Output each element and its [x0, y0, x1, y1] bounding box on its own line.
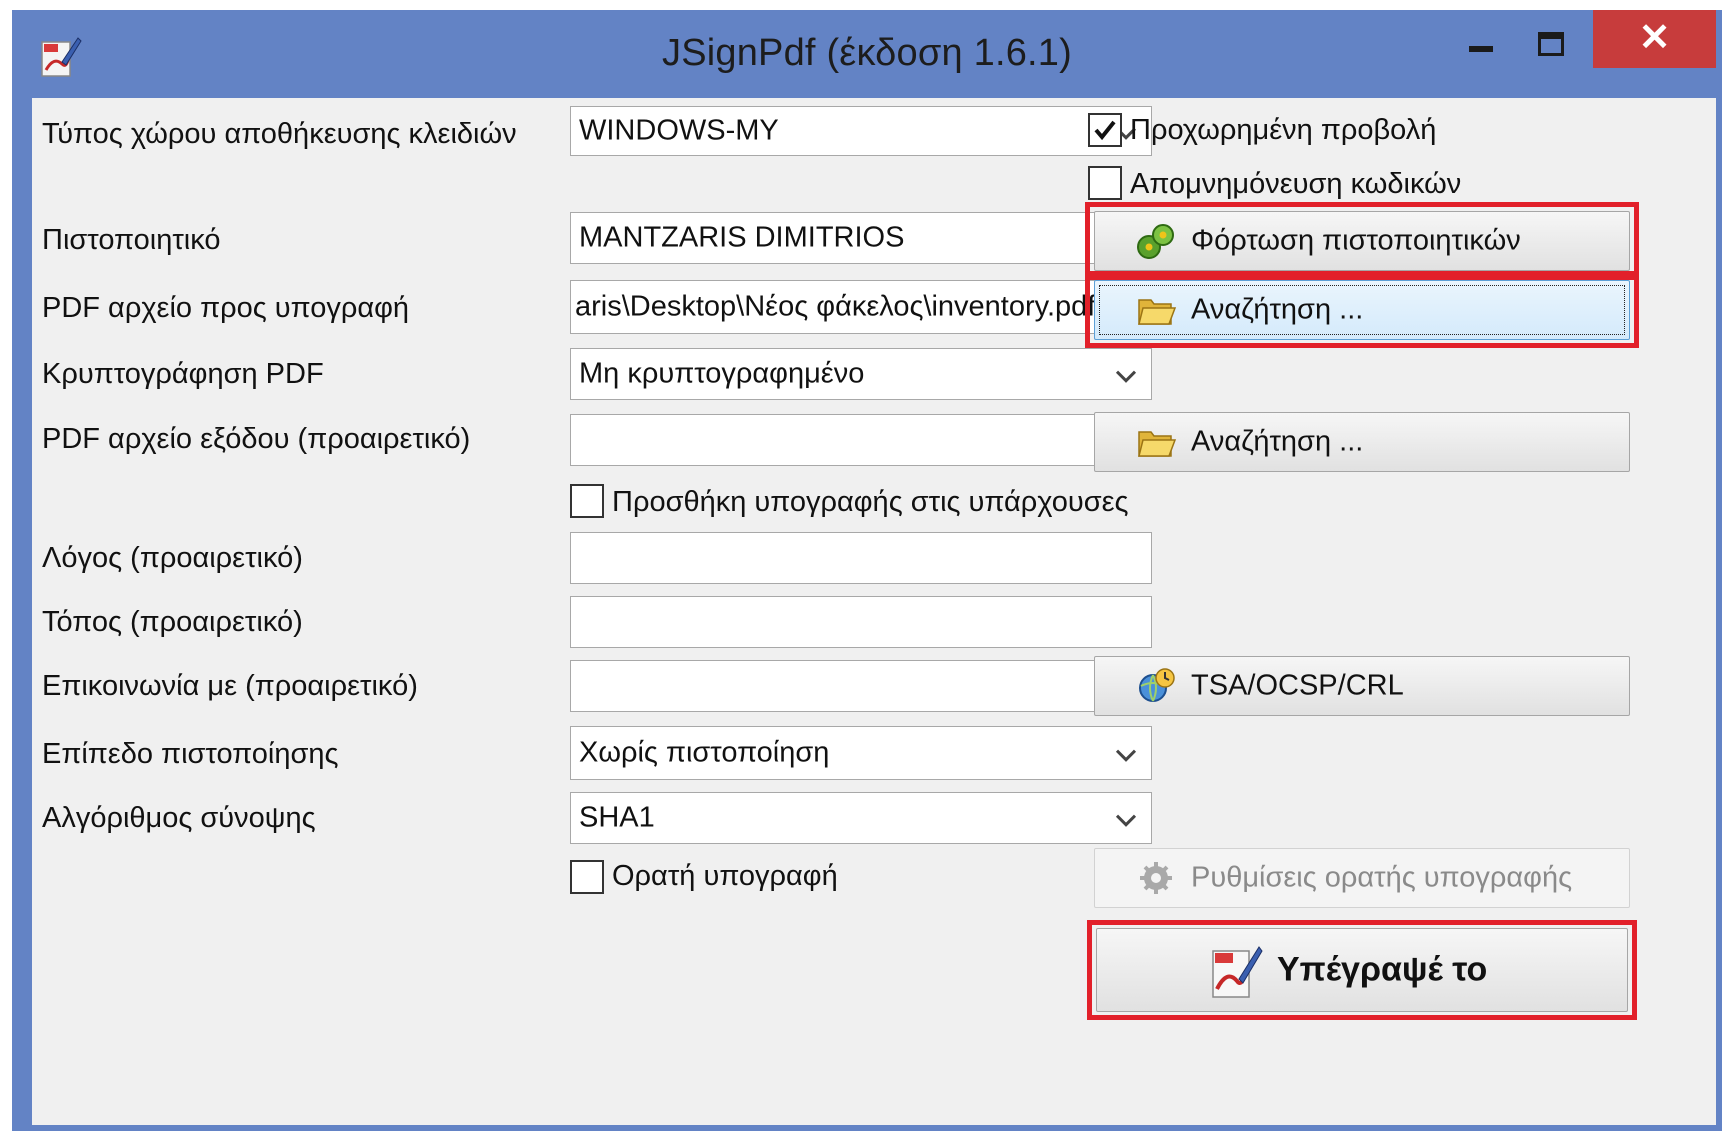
app-window: JSignPdf (έκδοση 1.6.1) ✕ Τύπος χώρου απ…	[12, 10, 1722, 1131]
reason-label: Λόγος (προαιρετικό)	[42, 542, 303, 574]
load-certificates-label: Φόρτωση πιστοποιητικών	[1191, 224, 1521, 257]
hash-algorithm-label: Αλγόριθμος σύνοψης	[42, 802, 316, 834]
gear-icon	[1140, 862, 1172, 894]
location-label: Τόπος (προαιρετικό)	[42, 606, 303, 638]
tsa-ocsp-crl-label: TSA/OCSP/CRL	[1191, 669, 1404, 702]
visible-signature-checkbox[interactable]	[570, 860, 604, 894]
keystore-type-value: WINDOWS-MY	[579, 114, 779, 147]
visible-signature-settings-button[interactable]: Ρυθμίσεις ορατής υπογραφής	[1094, 848, 1630, 908]
folder-icon	[1138, 299, 1177, 325]
input-pdf-field[interactable]: aris\Desktop\Νέος φάκελος\inventory.pdf	[570, 280, 1152, 334]
input-pdf-value: aris\Desktop\Νέος φάκελος\inventory.pdf	[575, 290, 1096, 323]
clock-globe-icon	[1139, 668, 1175, 702]
folder-icon	[1138, 431, 1177, 457]
keystore-type-select[interactable]: WINDOWS-MY	[570, 106, 1152, 156]
main-form: Τύπος χώρου αποθήκευσης κλειδιών WINDOWS…	[32, 98, 1716, 1125]
remember-passwords-label: Απομνημόνευση κωδικών	[1130, 168, 1462, 200]
load-certificates-button[interactable]: Φόρτωση πιστοποιητικών	[1094, 211, 1630, 271]
pdf-encryption-select[interactable]: Μη κρυπτογραφημένο	[570, 348, 1152, 400]
sign-button[interactable]: Υπέγραψέ το	[1096, 928, 1628, 1012]
output-pdf-field[interactable]	[570, 414, 1152, 466]
remember-passwords-checkbox[interactable]	[1088, 166, 1122, 200]
chevron-down-icon	[1115, 749, 1137, 762]
browse-output-label: Αναζήτηση ...	[1191, 425, 1364, 458]
visible-signature-label: Ορατή υπογραφή	[612, 860, 838, 892]
pdf-encryption-value: Μη κρυπτογραφημένο	[579, 357, 865, 390]
advanced-view-label: Προχωρημένη προβολή	[1130, 114, 1437, 146]
certification-level-select[interactable]: Χωρίς πιστοποίηση	[570, 726, 1152, 780]
pdf-encryption-label: Κρυπτογράφηση PDF	[42, 358, 324, 390]
chevron-down-icon	[1115, 370, 1137, 383]
hash-algorithm-value: SHA1	[579, 801, 655, 834]
append-signature-checkbox[interactable]	[570, 484, 604, 518]
maximize-button[interactable]	[1522, 10, 1582, 68]
contact-label: Επικοινωνία με (προαιρετικό)	[42, 670, 418, 702]
hash-algorithm-select[interactable]: SHA1	[570, 792, 1152, 844]
chevron-down-icon	[1115, 814, 1137, 827]
keystore-type-label: Τύπος χώρου αποθήκευσης κλειδιών	[42, 118, 517, 150]
input-pdf-label: PDF αρχείο προς υπογραφή	[42, 292, 410, 324]
sign-button-label: Υπέγραψέ το	[1277, 950, 1488, 989]
certification-level-value: Χωρίς πιστοποίηση	[579, 736, 830, 769]
certificate-select[interactable]: MANTZARIS DIMITRIOS	[570, 212, 1152, 264]
reason-field[interactable]	[570, 532, 1152, 584]
checkmark-icon	[1094, 120, 1116, 141]
certificate-value: MANTZARIS DIMITRIOS	[579, 221, 905, 254]
visible-signature-settings-label: Ρυθμίσεις ορατής υπογραφής	[1191, 861, 1573, 894]
close-icon: ✕	[1638, 17, 1671, 59]
key-gear-icon	[1137, 224, 1174, 259]
tsa-ocsp-crl-button[interactable]: TSA/OCSP/CRL	[1094, 656, 1630, 716]
location-field[interactable]	[570, 596, 1152, 648]
certificate-label: Πιστοποιητικό	[42, 224, 221, 256]
title-bar[interactable]: JSignPdf (έκδοση 1.6.1) ✕	[12, 10, 1722, 98]
browse-input-label: Αναζήτηση ...	[1191, 293, 1364, 326]
output-pdf-label: PDF αρχείο εξόδου (προαιρετικό)	[42, 423, 471, 455]
contact-field[interactable]	[570, 660, 1152, 712]
certification-level-label: Επίπεδο πιστοποίησης	[42, 738, 339, 770]
close-button[interactable]: ✕	[1593, 10, 1716, 68]
advanced-view-checkbox[interactable]	[1088, 113, 1122, 147]
pdf-pen-icon	[1212, 946, 1263, 998]
minimize-button[interactable]	[1452, 10, 1512, 68]
browse-input-button[interactable]: Αναζήτηση ...	[1094, 280, 1630, 340]
browse-output-button[interactable]: Αναζήτηση ...	[1094, 412, 1630, 472]
append-signature-label: Προσθήκη υπογραφής στις υπάρχουσες	[612, 486, 1129, 518]
